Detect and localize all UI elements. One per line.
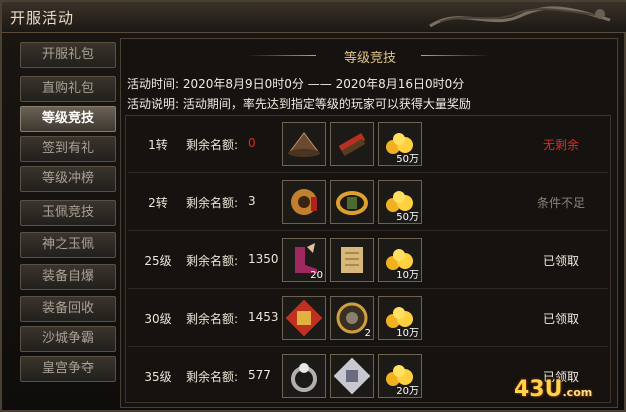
- reward-count: 50万: [396, 154, 419, 165]
- status-badge: 已领取: [542, 254, 579, 268]
- reward-count: 20: [310, 270, 323, 281]
- reward-slot[interactable]: [330, 122, 374, 166]
- reward-count: 10万: [396, 270, 419, 281]
- reward-slot[interactable]: 50万: [378, 180, 422, 224]
- remain-value: 1350: [248, 252, 279, 266]
- reward-slot[interactable]: [330, 180, 374, 224]
- table-row: 1转 剩余名额: 0 50万 无剩余: [128, 116, 608, 173]
- main-panel: 等级竞技 活动时间: 2020年8月9日0时0分 —— 2020年8月16日0时…: [120, 38, 618, 408]
- reward-slot[interactable]: [282, 180, 326, 224]
- reward-list[interactable]: 1转 剩余名额: 0 50万 无剩余 2转 剩余名额: 3 50万 条件不足 2…: [125, 115, 611, 403]
- status-badge: 无剩余: [542, 138, 579, 152]
- reward-slot[interactable]: [282, 296, 326, 340]
- reward-slot[interactable]: 10万: [378, 238, 422, 282]
- reward-count: 20万: [396, 386, 419, 397]
- activity-window: 开服活动 开服礼包 直购礼包 等级竞技 签到有礼 等级冲榜 玉佩竞技 神之玉佩 …: [0, 0, 626, 412]
- scroll-bundle-icon: [338, 133, 366, 156]
- row-level: 1转: [148, 138, 168, 152]
- row-level: 25级: [144, 254, 172, 268]
- table-row: 25级 剩余名额: 1350 20 10万 已领取: [128, 232, 608, 289]
- status-badge: 已领取: [542, 312, 579, 326]
- sidebar-item-direct-purchase[interactable]: 直购礼包: [20, 76, 116, 102]
- table-row: 30级 剩余名额: 1453 2 10万 已领取: [128, 290, 608, 347]
- sidebar-item-opening-gift[interactable]: 开服礼包: [20, 42, 116, 68]
- sidebar-item-palace-war[interactable]: 皇宫争夺: [20, 356, 116, 382]
- remain-value: 0: [248, 136, 256, 150]
- reward-slot[interactable]: [282, 354, 326, 398]
- remain-value: 1453: [248, 310, 279, 324]
- activity-description: 活动说明: 活动期间，率先达到指定等级的玩家可以获得大量奖励: [127, 97, 471, 111]
- window-title: 开服活动: [10, 9, 75, 27]
- reward-slot[interactable]: [330, 238, 374, 282]
- title-bar: 开服活动: [2, 2, 626, 33]
- row-level: 30级: [144, 312, 172, 326]
- sidebar-item-castle-war[interactable]: 沙城争霸: [20, 326, 116, 352]
- remain-label: 剩余名额:: [186, 254, 239, 268]
- tile-icon: [333, 357, 371, 395]
- sidebar-item-equip-drop[interactable]: 装备自爆: [20, 264, 116, 290]
- reward-slot[interactable]: 10万: [378, 296, 422, 340]
- reward-slot[interactable]: 50万: [378, 122, 422, 166]
- sidebar-item-equip-recycle[interactable]: 装备回收: [20, 296, 116, 322]
- seal-icon: [285, 299, 323, 337]
- hat-icon: [288, 132, 320, 157]
- reward-count: 50万: [396, 212, 419, 223]
- reward-slot[interactable]: [330, 354, 374, 398]
- status-badge: 条件不足: [536, 196, 585, 210]
- sidebar-item-level-rank[interactable]: 等级冲榜: [20, 166, 116, 192]
- reward-slot[interactable]: 20万: [378, 354, 422, 398]
- row-level: 2转: [148, 196, 168, 210]
- row-level: 35级: [144, 370, 172, 384]
- activity-time: 活动时间: 2020年8月9日0时0分 —— 2020年8月16日0时0分: [127, 77, 465, 91]
- bracelet-icon: [336, 191, 368, 215]
- sidebar-item-sign-in[interactable]: 签到有礼: [20, 136, 116, 162]
- site-logo: 43U.com: [514, 377, 593, 402]
- table-row: 2转 剩余名额: 3 50万 条件不足: [128, 174, 608, 231]
- section-title: 等级竞技: [343, 51, 396, 66]
- ring-icon: [291, 363, 317, 392]
- orb-icon: [291, 189, 317, 215]
- remain-label: 剩余名额:: [186, 196, 239, 210]
- sidebar-item-jade-competition[interactable]: 玉佩竞技: [20, 200, 116, 226]
- sidebar-item-level-competition[interactable]: 等级竞技: [20, 106, 116, 132]
- remain-label: 剩余名额:: [186, 370, 239, 384]
- sidebar-item-god-jade[interactable]: 神之玉佩: [20, 232, 116, 258]
- remain-label: 剩余名额:: [186, 138, 239, 152]
- reward-count: 2: [364, 328, 371, 339]
- sidebar: 开服礼包 直购礼包 等级竞技 签到有礼 等级冲榜 玉佩竞技 神之玉佩 装备自爆 …: [12, 38, 120, 408]
- title-divider-right: [421, 55, 491, 56]
- reward-count: 10万: [396, 328, 419, 339]
- remain-value: 3: [248, 194, 256, 208]
- remain-label: 剩余名额:: [186, 312, 239, 326]
- scroll-icon: [341, 247, 363, 273]
- reward-slot[interactable]: 2: [330, 296, 374, 340]
- remain-value: 577: [248, 368, 271, 382]
- reward-slot[interactable]: 20: [282, 238, 326, 282]
- dragon-ornament-icon: [429, 6, 611, 28]
- reward-slot[interactable]: [282, 122, 326, 166]
